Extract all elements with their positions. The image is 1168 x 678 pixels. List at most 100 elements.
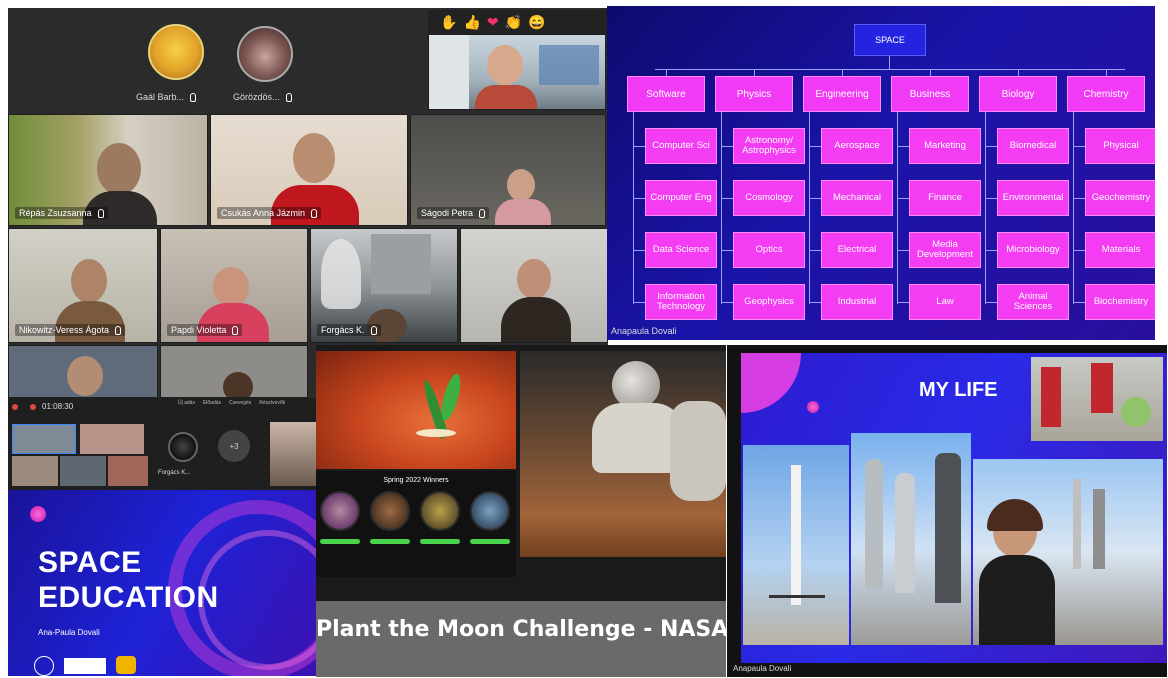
logo	[116, 656, 136, 674]
thumbs-up-icon[interactable]: 👍	[463, 14, 480, 31]
video-tile[interactable]: Csukás Anna Jázmin	[210, 114, 408, 226]
video-tile[interactable]: Forgács K.	[310, 228, 458, 343]
video-tile[interactable]	[160, 345, 308, 398]
mindmap-leaf: Computer Eng	[645, 180, 717, 216]
raise-hand-icon[interactable]: ✋	[440, 14, 457, 31]
video-tile[interactable]: Répás Zsuzsanna	[8, 114, 208, 226]
participant-name: Répás Zsuzsanna	[15, 206, 108, 219]
mindmap-leaf: Aerospace	[821, 128, 893, 164]
mindmap-category-software: Software	[627, 76, 705, 112]
mic-off-icon	[479, 209, 486, 218]
mic-off-icon	[311, 209, 318, 218]
meeting-window: Gaál Barb... Görözdös... ✋ 👍 ❤ 👏 😄 Répás…	[8, 8, 608, 398]
mindmap-leaf: Computer Sci	[645, 128, 717, 164]
mindmap-leaf: Industrial	[821, 284, 893, 320]
mindmap-leaf: Biochemistry	[1085, 284, 1155, 320]
mindmap-leaf: Electrical	[821, 232, 893, 268]
mic-off-icon	[370, 326, 377, 335]
video-tile[interactable]	[8, 345, 158, 398]
winners-section: Spring 2022 Winners	[316, 471, 516, 577]
mindmap-leaf: Materials	[1085, 232, 1155, 268]
astronaut-photo	[520, 351, 726, 557]
mindmap-leaf: Media Development	[909, 232, 981, 268]
top-participant[interactable]: Gaál Barb...	[118, 16, 228, 111]
mindmap-leaf: Finance	[909, 180, 981, 216]
avatar	[168, 432, 198, 462]
mic-off-icon	[232, 326, 239, 335]
mindmap-category-engineering: Engineering	[803, 76, 881, 112]
selfie-photo	[973, 459, 1163, 645]
avatar	[237, 26, 293, 82]
mindmap-root: SPACE	[854, 24, 926, 56]
clap-icon[interactable]: 👏	[505, 14, 522, 31]
my-life-slide: MY LIFE Anapaula Dovali	[727, 345, 1167, 677]
participant-name: Papdi Violetta	[167, 323, 243, 336]
participant-name: Forgács K...	[158, 470, 191, 476]
logo	[34, 656, 54, 676]
reactions-bar: ✋ 👍 ❤ 👏 😄	[428, 10, 608, 34]
presenter-label: Anapaula Dovali	[733, 664, 792, 673]
participant-name: Forgács K.	[317, 323, 381, 336]
top-participant[interactable]: Görözdös...	[223, 16, 333, 111]
winner-avatar	[420, 491, 460, 531]
mindmap-leaf: Information Technology	[645, 284, 717, 320]
participant-name: Nikowitz-Veress Ágota	[15, 323, 126, 336]
kids-photo	[1031, 357, 1163, 441]
video-tile[interactable]	[428, 34, 606, 110]
starship-photo	[851, 433, 971, 645]
mindmap-leaf: Geochemistry	[1085, 180, 1155, 216]
winner-avatar	[370, 491, 410, 531]
mini-tile[interactable]	[108, 456, 148, 486]
mindmap-leaf: Astronomy/ Astrophysics	[733, 128, 805, 164]
mini-tile[interactable]	[80, 424, 144, 454]
participant-name: Görözdös...	[233, 92, 292, 103]
mindmap-leaf: Cosmology	[733, 180, 805, 216]
heart-icon[interactable]: ❤	[487, 14, 499, 31]
seedling-photo	[316, 351, 516, 469]
slide-title: MY LIFE	[919, 379, 998, 401]
mini-tile[interactable]	[60, 456, 106, 486]
video-tile[interactable]	[460, 228, 608, 343]
participant-name: Gaál Barb...	[136, 92, 197, 103]
meeting-timer: 01:08:30	[42, 402, 74, 411]
slide-author: Ana-Paula Dovali	[38, 628, 100, 637]
mic-off-icon	[190, 93, 197, 103]
toolbar-item[interactable]: Előadás	[203, 400, 221, 406]
toolbar-item[interactable]: Résztvevők	[259, 400, 285, 406]
mindmap-leaf: Animal Sciences	[997, 284, 1069, 320]
presenter-label: Anapaula Dovali	[611, 326, 677, 336]
mini-tile[interactable]	[12, 424, 76, 454]
mindmap-category-business: Business	[891, 76, 969, 112]
winners-title: Spring 2022 Winners	[383, 477, 449, 484]
more-participants-badge[interactable]: +3	[218, 430, 250, 462]
mindmap-category-physics: Physics	[715, 76, 793, 112]
toolbar-item[interactable]: Új adás	[178, 400, 195, 406]
space-careers-slide: SPACE Software Computer Sci Computer Eng Da…	[607, 6, 1155, 340]
participant-video	[487, 45, 523, 85]
smile-icon[interactable]: 😄	[528, 14, 545, 31]
mindmap-leaf: Law	[909, 284, 981, 320]
mindmap-category-biology: Biology	[979, 76, 1057, 112]
winner-avatar	[470, 491, 510, 531]
slide-title: SPACE EDUCATION	[38, 546, 219, 614]
space-education-slide: SPACE EDUCATION Ana-Paula Dovali	[8, 490, 316, 676]
mindmap-leaf: Marketing	[909, 128, 981, 164]
nasa-caption: Plant the Moon Challenge - NASA	[316, 617, 726, 642]
avatar	[148, 24, 204, 80]
video-tile[interactable]: Nikowitz-Veress Ágota	[8, 228, 158, 343]
mini-tile[interactable]	[270, 422, 316, 486]
video-tile[interactable]: Papdi Violetta	[160, 228, 308, 343]
mindmap-leaf: Geophysics	[733, 284, 805, 320]
rocket-photo	[743, 445, 849, 645]
mindmap-leaf: Mechanical	[821, 180, 893, 216]
participant-name: Csukás Anna Jázmin	[217, 206, 322, 219]
mindmap-category-chemistry: Chemistry	[1067, 76, 1145, 112]
logo	[64, 658, 106, 674]
toolbar-item[interactable]: Csevegés	[229, 400, 251, 406]
mic-off-icon	[285, 93, 292, 103]
mic-off-icon	[115, 326, 122, 335]
mindmap-leaf: Data Science	[645, 232, 717, 268]
mini-tile[interactable]	[12, 456, 58, 486]
video-tile[interactable]: Ságodi Petra	[410, 114, 606, 226]
mindmap-leaf: Optics	[733, 232, 805, 268]
